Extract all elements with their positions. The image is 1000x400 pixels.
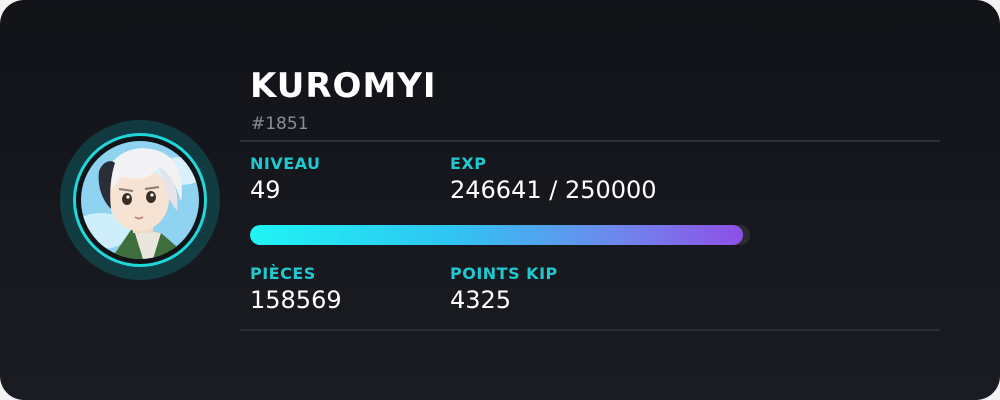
kip-points-value: 4325 (450, 286, 512, 314)
avatar (60, 120, 220, 280)
profile-card: KUROMYI #1851 NIVEAU 49 EXP 246641 / 250… (0, 0, 1000, 400)
username: KUROMYI (250, 66, 437, 106)
exp-value: 246641 / 250000 (450, 176, 657, 204)
level-value: 49 (250, 176, 281, 204)
user-discriminator: #1851 (251, 114, 309, 134)
divider-top (240, 140, 940, 142)
exp-progress-fill (250, 225, 744, 245)
exp-progress-bar (250, 225, 750, 245)
anime-character-avatar-icon (81, 141, 199, 259)
divider-bottom (240, 329, 940, 331)
level-label: NIVEAU (250, 154, 321, 173)
coins-value: 158569 (250, 286, 342, 314)
avatar-ring (73, 133, 207, 267)
exp-label: EXP (450, 154, 487, 173)
coins-label: PIÈCES (250, 264, 316, 283)
kip-points-label: POINTS KIP (450, 264, 558, 283)
